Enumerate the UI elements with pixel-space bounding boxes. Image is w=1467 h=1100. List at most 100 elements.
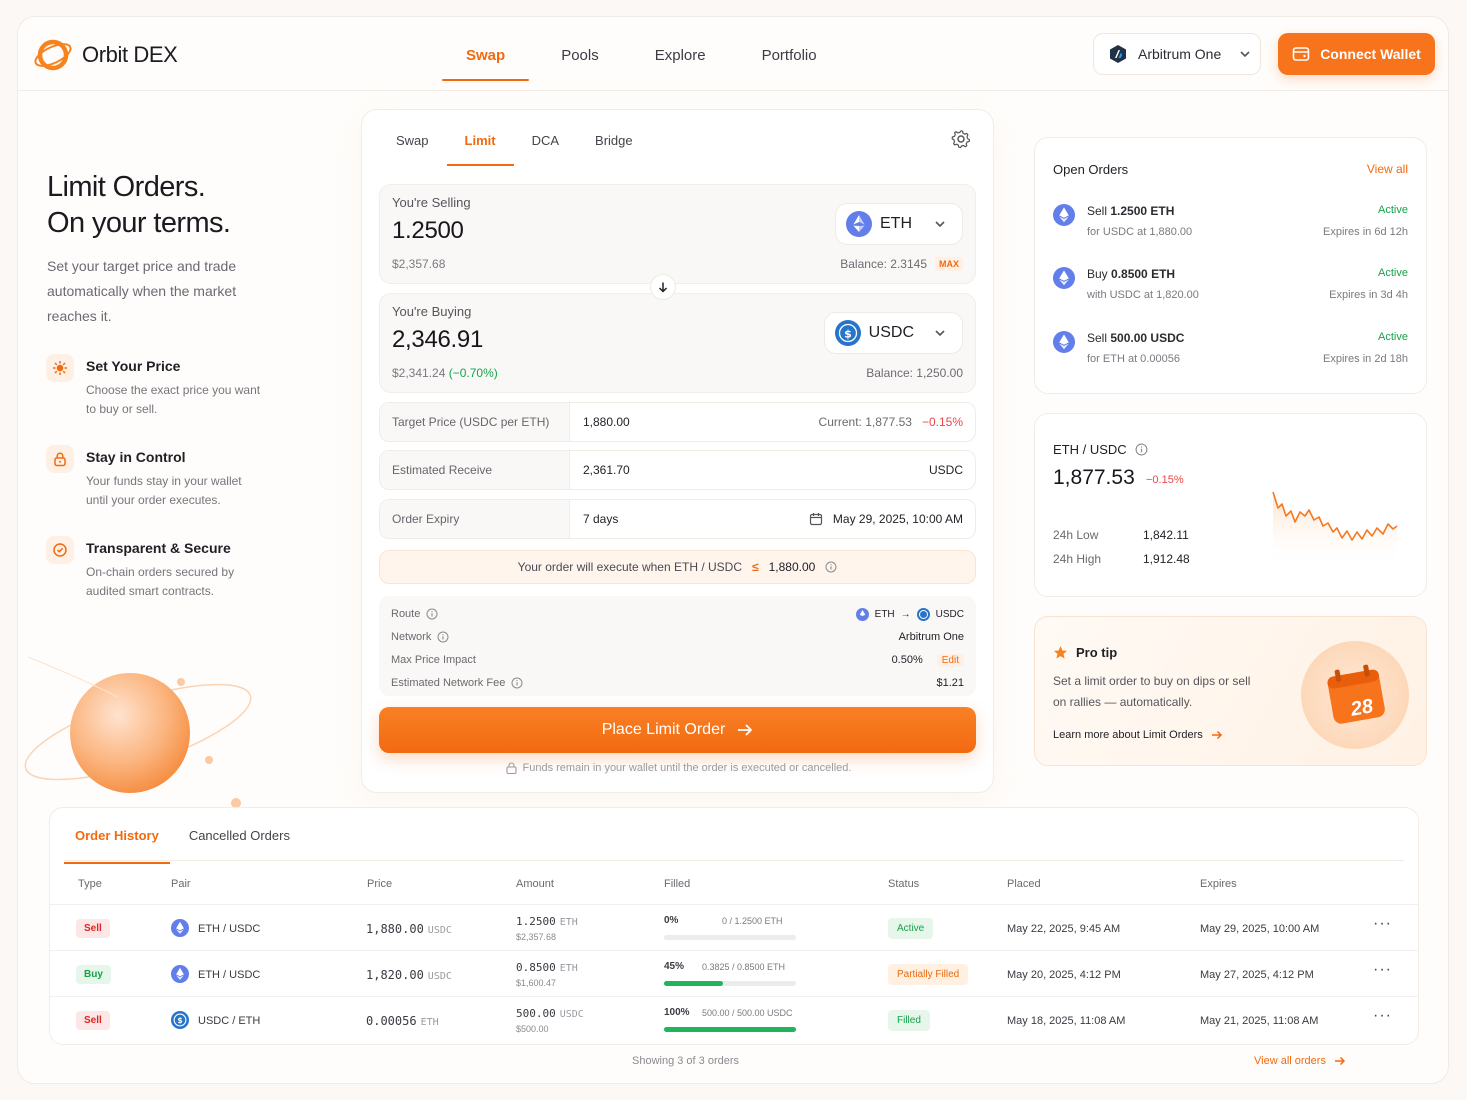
calendar-icon: [809, 513, 823, 526]
tab-limit[interactable]: Limit: [446, 110, 514, 166]
price-value: 1,820.00: [366, 968, 424, 982]
place-limit-order-button[interactable]: Place Limit Order: [379, 707, 976, 753]
tab-dca[interactable]: DCA: [514, 110, 577, 166]
connect-wallet-button[interactable]: Connect Wallet: [1278, 33, 1435, 75]
estimated-receive-row: Estimated Receive 2,361.70 USDC: [379, 450, 976, 490]
pro-tip-link[interactable]: Learn more about Limit Orders: [1053, 729, 1223, 741]
feature-set-price: Set Your Price Choose the exact price yo…: [46, 354, 261, 419]
price-diff: −0.15%: [921, 415, 963, 429]
history-footer-count: Showing 3 of 3 orders: [632, 1055, 740, 1067]
filled-detail: 0 / 1.2500 ETH: [722, 916, 783, 926]
open-order-expiry: Expires in 2d 18h: [1323, 353, 1408, 365]
filled-percent: 45%: [664, 961, 685, 972]
expires-date: May 27, 2025, 4:12 PM: [1200, 969, 1314, 981]
sell-token-selector[interactable]: ETH: [835, 203, 963, 245]
buy-token-selector[interactable]: $ USDC: [823, 312, 963, 354]
info-icon[interactable]: [1135, 443, 1148, 456]
table-row[interactable]: Buy ETH / USDC 1,820.00 USDC 0.8500 ETH $1…: [50, 950, 1418, 996]
arrow-right-icon: [1334, 1056, 1346, 1066]
feature-stay-in-control: Stay in Control Your funds stay in your …: [46, 445, 261, 510]
nav-portfolio[interactable]: Portfolio: [734, 17, 845, 91]
svg-text:$: $: [844, 327, 852, 340]
filled-detail: 0.3825 / 0.8500 ETH: [702, 962, 786, 972]
open-order-item[interactable]: Buy 0.8500 ETH with USDC at 1,820.00 Act…: [1053, 267, 1408, 307]
price-value: 0.00056: [366, 1014, 417, 1028]
settings-gear-icon[interactable]: [951, 129, 971, 149]
tab-order-history[interactable]: Order History: [64, 808, 170, 864]
pro-tip-link-text: Learn more about Limit Orders: [1053, 729, 1203, 741]
lock-icon: [46, 445, 74, 473]
buy-usd-amount: $2,341.24: [392, 366, 446, 380]
view-all-orders-link[interactable]: View all orders: [1254, 1055, 1346, 1067]
type-badge: Sell: [76, 919, 110, 938]
expiry-date[interactable]: May 29, 2025, 10:00 AM: [809, 500, 963, 538]
network-fee-row: Estimated Network Fee $1.21: [391, 675, 964, 691]
eth-token-icon: [1053, 204, 1075, 226]
hero-title-line2: On your terms.: [47, 207, 231, 239]
sell-token-symbol: ETH: [880, 215, 912, 232]
tab-bridge[interactable]: Bridge: [577, 110, 651, 166]
row-menu-icon[interactable]: ···: [1373, 1007, 1392, 1025]
pro-tip-card: Pro tip Set a limit order to buy on dips…: [1034, 616, 1427, 766]
network-fee-label: Estimated Network Fee: [391, 677, 506, 689]
row-menu-icon[interactable]: ···: [1373, 915, 1392, 933]
order-history-panel: Order History Cancelled Orders Type Pair…: [49, 807, 1419, 1045]
nav-pools[interactable]: Pools: [533, 17, 627, 91]
route-arrow: →: [900, 608, 911, 620]
main-nav: Swap Pools Explore Portfolio: [438, 17, 845, 91]
table-row[interactable]: Sell ETH / USDC 1,880.00 USDC 1.2500 ETH $…: [50, 904, 1418, 950]
amount-unit: USDC: [559, 1009, 584, 1020]
amount-cell: 500.00 USDC: [516, 1007, 584, 1020]
chevron-down-icon: [935, 330, 945, 337]
market-card: ETH / USDC 1,877.53 −0.15% 24h Low 1,842…: [1034, 413, 1427, 597]
order-expiry-row[interactable]: Order Expiry 7 days May 29, 2025, 10:00 …: [379, 499, 976, 539]
order-action: Buy: [1087, 267, 1108, 281]
col-status: Status: [888, 878, 920, 890]
open-order-item[interactable]: Sell 1.2500 ETH for USDC at 1,880.00 Act…: [1053, 204, 1408, 244]
low-label: 24h Low: [1053, 528, 1099, 542]
high-label: 24h High: [1053, 552, 1102, 566]
info-icon[interactable]: [825, 561, 837, 573]
orbit-logo-icon: [34, 39, 72, 71]
nav-swap[interactable]: Swap: [438, 17, 533, 91]
nav-explore[interactable]: Explore: [627, 17, 734, 91]
open-order-sub: for USDC at 1,880.00: [1087, 226, 1193, 238]
open-order-item[interactable]: Sell 500.00 USDC for ETH at 0.00056 Acti…: [1053, 331, 1408, 371]
col-placed: Placed: [1007, 878, 1041, 890]
filled-detail: 500.00 / 500.00 USDC: [702, 1008, 793, 1018]
estimated-receive-unit: USDC: [928, 463, 963, 477]
info-icon[interactable]: [426, 608, 438, 620]
target-price-input[interactable]: 1,880.00: [583, 403, 630, 441]
row-menu-icon[interactable]: ···: [1373, 961, 1392, 979]
price-cell: 1,820.00 USDC: [366, 968, 452, 982]
type-badge: Buy: [76, 965, 111, 984]
target-icon: [46, 354, 74, 382]
brand-logo[interactable]: Orbit DEX: [32, 35, 178, 75]
info-icon[interactable]: [437, 631, 449, 643]
edit-impact-button[interactable]: Edit: [936, 653, 964, 667]
amount-value: 500.00: [516, 1007, 556, 1020]
open-order-expiry: Expires in 6d 12h: [1323, 226, 1408, 238]
order-expiry-value[interactable]: 7 days: [583, 500, 618, 538]
info-icon[interactable]: [511, 677, 523, 689]
sell-amount-input[interactable]: 1.2500: [392, 217, 464, 245]
open-orders-view-all[interactable]: View all: [1367, 162, 1408, 176]
amount-unit: ETH: [559, 963, 578, 974]
usdc-token-icon: $: [834, 320, 861, 346]
order-expiry-label: Order Expiry: [380, 500, 570, 538]
open-orders-title: Open Orders: [1053, 162, 1129, 177]
tab-cancelled-orders[interactable]: Cancelled Orders: [178, 808, 301, 864]
network-selector[interactable]: Arbitrum One: [1093, 33, 1261, 75]
tab-swap[interactable]: Swap: [378, 110, 447, 166]
price-impact-row: Max Price Impact 0.50% Edit: [391, 652, 964, 668]
expires-date: May 29, 2025, 10:00 AM: [1200, 923, 1320, 935]
table-row[interactable]: Sell $ USDC / ETH 0.00056 ETH 500.00 USDC …: [50, 996, 1418, 1042]
feature-desc: Choose the exact price you want to buy o…: [86, 383, 261, 416]
switch-direction-button[interactable]: [650, 274, 676, 300]
amount-usd: $2,357.68: [516, 932, 557, 942]
chevron-down-icon: [1240, 51, 1250, 58]
star-icon: [1053, 645, 1068, 659]
max-button[interactable]: MAX: [935, 257, 963, 271]
amount-cell: 0.8500 ETH: [516, 961, 578, 974]
open-order-status: Active: [1378, 267, 1408, 279]
